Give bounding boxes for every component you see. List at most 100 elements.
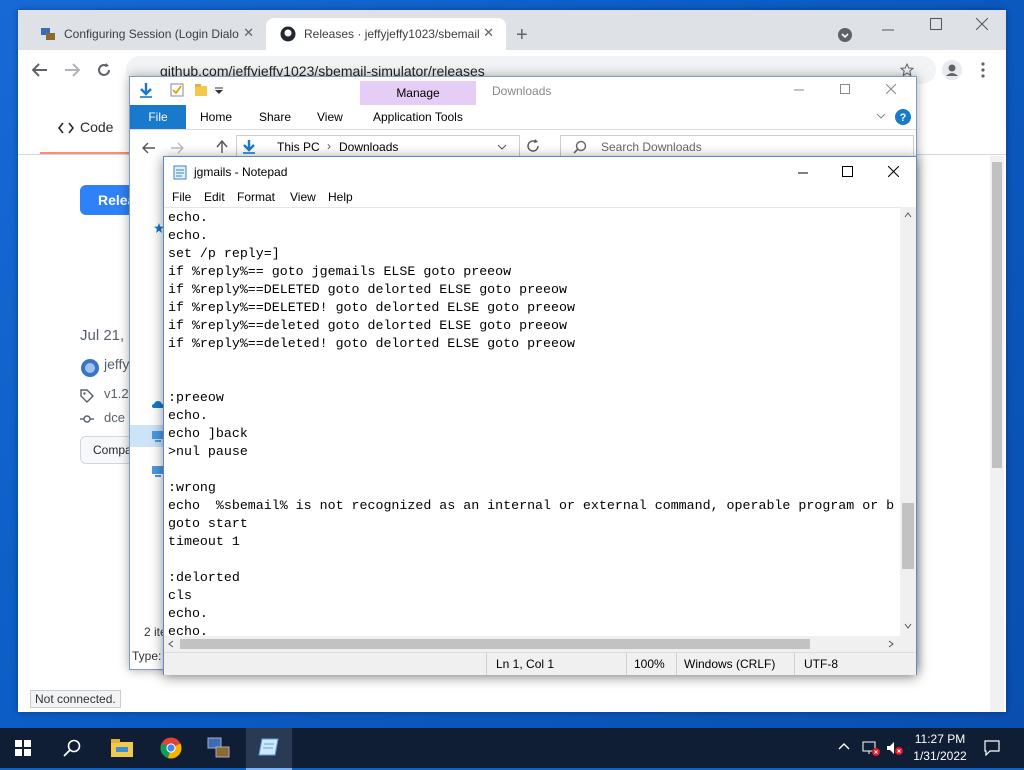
downloads-folder-icon <box>243 140 255 154</box>
code-icon <box>58 122 74 134</box>
close-icon[interactable]: ✕ <box>243 25 254 41</box>
maximize-icon[interactable] <box>840 84 850 94</box>
network-status-icon[interactable] <box>862 740 880 756</box>
breadcrumb-this-pc[interactable]: This PC <box>277 140 320 154</box>
tab-title: Releases · jeffyjeffy1023/sbemail <box>304 27 480 41</box>
cursor-position: Ln 1, Col 1 <box>496 657 555 671</box>
scrollbar-thumb[interactable] <box>992 162 1002 468</box>
chevron-up-icon[interactable] <box>838 742 850 750</box>
breadcrumb-downloads[interactable]: Downloads <box>339 140 398 154</box>
new-tab-button[interactable]: + <box>516 24 528 47</box>
forward-icon[interactable] <box>170 142 184 154</box>
notepad-icon <box>258 738 279 756</box>
refresh-icon[interactable] <box>526 139 540 153</box>
breadcrumb-separator: › <box>327 139 331 153</box>
close-icon[interactable]: ✕ <box>483 25 494 41</box>
maximize-icon[interactable] <box>930 18 942 30</box>
minimize-icon[interactable] <box>794 89 804 91</box>
back-icon[interactable] <box>32 63 48 77</box>
editor-content: echo. echo. set /p reply=] if %reply%== … <box>168 210 895 637</box>
help-icon[interactable]: ? <box>894 108 912 126</box>
notepad-taskbar-button[interactable] <box>246 728 292 770</box>
ribbon-tab-share[interactable]: Share <box>259 110 291 124</box>
ribbon-tab-home[interactable]: Home <box>200 110 232 124</box>
status-separator <box>626 653 627 675</box>
minimize-icon[interactable] <box>798 172 808 174</box>
menu-file[interactable]: File <box>172 190 191 204</box>
chrome-icon[interactable] <box>160 737 182 759</box>
horizontal-scrollbar-thumb[interactable] <box>180 639 810 649</box>
search-icon[interactable] <box>63 739 81 757</box>
ribbon-tab-view[interactable]: View <box>317 110 343 124</box>
notepad-icon <box>173 165 187 180</box>
menu-icon[interactable] <box>980 62 986 78</box>
vertical-scrollbar-thumb[interactable] <box>902 503 914 569</box>
close-icon[interactable] <box>888 166 899 177</box>
ribbon-tab-application-tools[interactable]: Application Tools <box>373 110 463 124</box>
chevron-down-icon[interactable] <box>497 144 507 150</box>
menu-help[interactable]: Help <box>328 190 353 204</box>
ribbon-tab-file[interactable]: File <box>130 105 186 129</box>
close-icon[interactable] <box>886 84 896 94</box>
forward-icon[interactable] <box>64 63 80 77</box>
release-author[interactable]: jeffy <box>104 356 129 372</box>
encoding: UTF-8 <box>804 657 838 671</box>
putty-icon[interactable] <box>207 737 231 759</box>
release-commit[interactable]: dce <box>104 410 125 425</box>
scroll-left-icon[interactable] <box>168 640 174 648</box>
menu-view[interactable]: View <box>290 190 316 204</box>
scroll-up-icon[interactable] <box>904 212 912 218</box>
download-arrow-icon <box>140 83 152 98</box>
release-tag[interactable]: v1.2 <box>104 386 129 401</box>
volume-muted-icon[interactable] <box>886 740 904 756</box>
new-folder-icon[interactable] <box>194 83 208 97</box>
commit-icon <box>80 415 94 423</box>
explorer-titlebar: Manage Downloads <box>130 77 916 105</box>
system-clock[interactable]: 11:27 PM 1/31/2022 <box>908 731 972 765</box>
maximize-icon[interactable] <box>842 166 853 177</box>
ribbon-expand-icon[interactable] <box>876 113 886 119</box>
profile-icon[interactable] <box>942 60 962 80</box>
line-ending: Windows (CRLF) <box>684 657 776 671</box>
horizontal-scrollbar[interactable] <box>164 636 900 652</box>
tab-search-icon[interactable] <box>838 28 852 42</box>
putty-icon <box>41 28 55 40</box>
github-icon <box>280 26 296 42</box>
menu-format[interactable]: Format <box>237 190 275 204</box>
clock-date: 1/31/2022 <box>913 749 967 763</box>
manage-tab[interactable]: Manage <box>360 81 476 105</box>
scroll-right-icon[interactable] <box>888 640 894 648</box>
avatar[interactable] <box>80 358 100 378</box>
notepad-title: jgmails - Notepad <box>194 165 288 179</box>
quick-access-dropdown-icon[interactable] <box>214 87 224 95</box>
notepad-window: jgmails - Notepad File Edit Format View … <box>163 156 917 675</box>
svg-text:?: ? <box>900 112 907 124</box>
up-icon[interactable] <box>216 140 228 154</box>
minimize-icon[interactable] <box>882 24 894 36</box>
browser-tab-session[interactable]: Configuring Session (Login Dialo ✕ <box>26 18 266 50</box>
release-date: Jul 21, <box>80 327 125 344</box>
this-pc-item[interactable] <box>130 425 164 447</box>
windows-start-icon[interactable] <box>15 740 31 756</box>
reload-icon[interactable] <box>96 62 112 78</box>
properties-icon[interactable] <box>170 83 184 97</box>
search-icon <box>573 140 587 154</box>
page-scrollbar[interactable] <box>990 156 1004 712</box>
file-explorer-icon[interactable] <box>110 738 134 758</box>
scroll-down-icon[interactable] <box>904 623 912 629</box>
explorer-title: Downloads <box>492 84 552 98</box>
clock-time: 11:27 PM <box>914 732 966 746</box>
notifications-icon[interactable] <box>984 740 1000 756</box>
type-label: Type: <box>132 649 162 663</box>
close-window-icon[interactable] <box>976 18 988 30</box>
text-editor[interactable]: echo. echo. set /p reply=] if %reply%== … <box>164 207 900 637</box>
notepad-statusbar: Ln 1, Col 1 100% Windows (CRLF) UTF-8 <box>164 652 916 675</box>
vertical-scrollbar[interactable] <box>900 207 916 636</box>
star-icon[interactable] <box>900 63 914 77</box>
menu-edit[interactable]: Edit <box>204 190 225 204</box>
code-tab[interactable]: Code <box>80 119 113 135</box>
status-separator <box>676 653 677 675</box>
back-icon[interactable] <box>142 142 156 154</box>
tag-icon <box>80 389 94 403</box>
browser-tab-releases[interactable]: Releases · jeffyjeffy1023/sbemail ✕ <box>266 18 506 50</box>
